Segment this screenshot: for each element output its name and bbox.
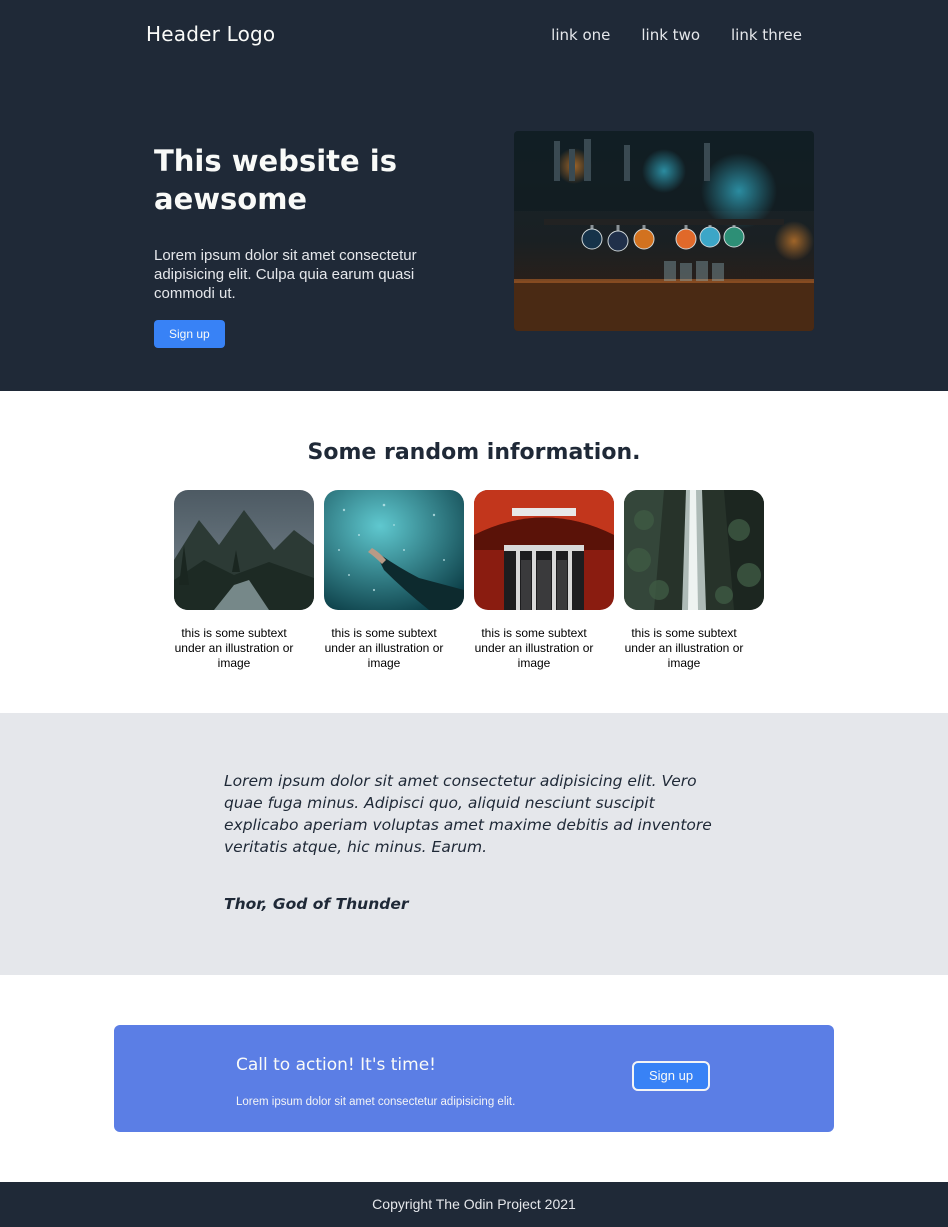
card-caption: this is some subtext under an illustrati… [624,626,744,670]
cta-section: Call to action! It's time! Lorem ipsum d… [0,975,948,1182]
nav-links: link one link two link three [551,26,802,44]
hero-text: This website is aewsome Lorem ipsum dolo… [154,142,474,348]
card-image [624,490,764,610]
info-section: Some random information. this is some su… [0,391,948,713]
info-card: this is some subtext under an illustrati… [624,490,764,671]
quote-text: Lorem ipsum dolor sit amet consectetur a… [224,772,712,856]
card-image [174,490,314,610]
header-logo[interactable]: Header Logo [146,22,275,46]
hero-signup-button[interactable]: Sign up [154,320,225,348]
card-image [474,490,614,610]
mountain-river-photo [174,490,314,610]
subway-escalator-photo [474,490,614,610]
info-title: Some random information. [307,440,641,465]
card-caption: this is some subtext under an illustrati… [324,626,444,670]
nav-link-one[interactable]: link one [551,26,610,44]
hero-section: Header Logo link one link two link three… [0,0,948,391]
quote-author: Thor, God of Thunder [224,895,409,913]
cta-subtitle: Lorem ipsum dolor sit amet consectetur a… [236,1096,516,1108]
footer: Copyright The Odin Project 2021 [0,1182,948,1227]
forest-waterfall-photo [624,490,764,610]
underwater-hand-photo [324,490,464,610]
cta-signup-button[interactable]: Sign up [632,1061,710,1091]
header-nav: Header Logo link one link two link three [0,0,948,70]
info-card: this is some subtext under an illustrati… [474,490,614,671]
card-image [324,490,464,610]
hero-image [514,131,814,331]
nav-link-three[interactable]: link three [731,26,802,44]
nav-link-two[interactable]: link two [641,26,700,44]
card-caption: this is some subtext under an illustrati… [174,626,294,670]
info-card: this is some subtext under an illustrati… [174,490,314,671]
info-cards: this is some subtext under an illustrati… [174,490,764,671]
card-caption: this is some subtext under an illustrati… [474,626,594,670]
cta-box: Call to action! It's time! Lorem ipsum d… [114,1025,834,1132]
quote-section: Lorem ipsum dolor sit amet consectetur a… [0,713,948,975]
hero-title: This website is aewsome [154,144,397,216]
hero-subtitle: Lorem ipsum dolor sit amet consectetur a… [154,247,417,302]
bar-taps-photo [514,131,814,331]
footer-copyright: Copyright The Odin Project 2021 [372,1196,576,1212]
cta-title: Call to action! It's time! [236,1055,436,1075]
info-card: this is some subtext under an illustrati… [324,490,464,671]
